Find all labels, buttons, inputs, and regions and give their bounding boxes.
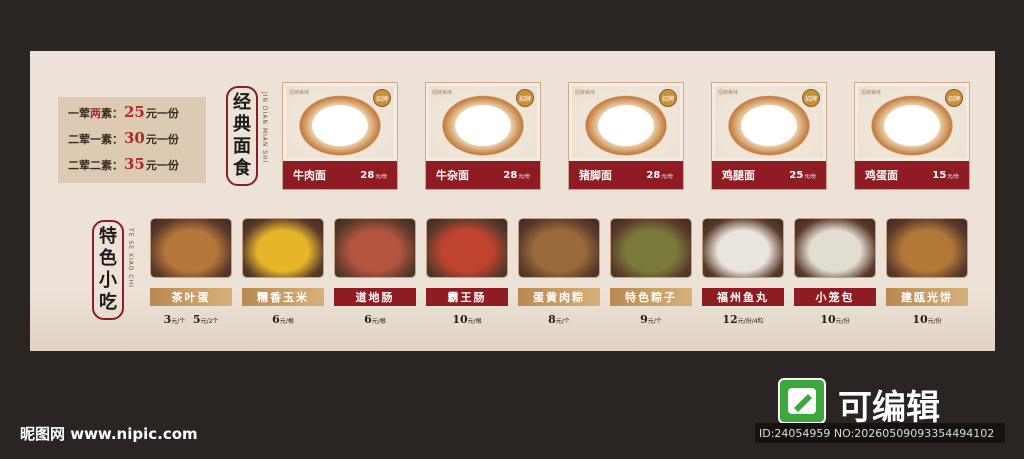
noodle-card[interactable]: 招牌美味 招牌 鸡腿面 25元/份 bbox=[711, 82, 827, 190]
snack-name: 特色粽子 bbox=[610, 288, 692, 306]
snack-section-pinyin: TE SE XIAO CHI bbox=[127, 228, 134, 288]
combo-price-row: 二荤二素：35元一份 bbox=[68, 155, 179, 173]
card-tag: 招牌美味 bbox=[718, 90, 739, 96]
snack-price: 10元/份 bbox=[912, 313, 942, 326]
card-tag: 招牌美味 bbox=[432, 90, 453, 96]
snack-name: 建瓯光饼 bbox=[886, 288, 968, 306]
noodle-price: 28元/份 bbox=[503, 169, 530, 181]
image-id-line: ID:24054959 NO:20260509093354494102 bbox=[755, 423, 1005, 443]
snack-image[interactable] bbox=[886, 218, 968, 278]
noodle-section-pinyin: JIN DIAN MIAN SHI bbox=[261, 92, 268, 164]
signature-seal-icon: 招牌 bbox=[659, 89, 677, 107]
snack-price: 10元/根 bbox=[452, 313, 482, 326]
watermark-site: 昵图网 www.nipic.com bbox=[20, 425, 198, 443]
noodle-price: 15元/份 bbox=[932, 169, 959, 181]
noodle-price: 25元/份 bbox=[789, 169, 816, 181]
snack-name: 道地肠 bbox=[334, 288, 416, 306]
snack-name: 小笼包 bbox=[794, 288, 876, 306]
snack-price: 10元/份 bbox=[820, 313, 850, 326]
snack-name: 糯香玉米 bbox=[242, 288, 324, 306]
snack-price: 12元/份/4粒 bbox=[722, 313, 764, 326]
snack-image[interactable] bbox=[702, 218, 784, 278]
noodle-card[interactable]: 招牌美味 招牌 牛杂面 28元/份 bbox=[425, 82, 541, 190]
snack-price: 6元/根 bbox=[272, 313, 294, 326]
snack-price: 9元/个 bbox=[640, 313, 662, 326]
snack-image[interactable] bbox=[610, 218, 692, 278]
snack-price: 6元/根 bbox=[364, 313, 386, 326]
noodle-label-bar: 猪脚面 28元/份 bbox=[569, 161, 683, 189]
card-tag: 招牌美味 bbox=[861, 90, 882, 96]
snack-section-title: 特色小吃 bbox=[92, 220, 124, 320]
noodle-price: 28元/份 bbox=[360, 169, 387, 181]
snack-image[interactable] bbox=[794, 218, 876, 278]
snack-image[interactable] bbox=[426, 218, 508, 278]
snack-name: 蛋黄肉粽 bbox=[518, 288, 600, 306]
noodle-card[interactable]: 招牌美味 招牌 牛肉面 28元/份 bbox=[282, 82, 398, 190]
snack-price: 8元/个 bbox=[548, 313, 570, 326]
snack-image[interactable] bbox=[150, 218, 232, 278]
combo-price-row: 二荤一素：30元一份 bbox=[68, 129, 179, 147]
snack-image[interactable] bbox=[334, 218, 416, 278]
editable-brand: 可编辑 bbox=[838, 388, 940, 428]
snack-name: 霸王肠 bbox=[426, 288, 508, 306]
combo-price-list: 一荤两素：25元一份 二荤一素：30元一份 二荤二素：35元一份 bbox=[58, 97, 206, 183]
snack-name: 茶叶蛋 bbox=[150, 288, 232, 306]
signature-seal-icon: 招牌 bbox=[802, 89, 820, 107]
noodle-card[interactable]: 招牌美味 招牌 鸡蛋面 15元/份 bbox=[854, 82, 970, 190]
noodle-label-bar: 牛杂面 28元/份 bbox=[426, 161, 540, 189]
card-tag: 招牌美味 bbox=[575, 90, 596, 96]
noodle-section-title: 经典面食 bbox=[226, 86, 258, 186]
signature-seal-icon: 招牌 bbox=[516, 89, 534, 107]
combo-price-row: 一荤两素：25元一份 bbox=[68, 103, 179, 121]
noodle-card[interactable]: 招牌美味 招牌 猪脚面 28元/份 bbox=[568, 82, 684, 190]
noodle-name: 鸡腿面 bbox=[722, 169, 755, 182]
noodle-name: 猪脚面 bbox=[579, 169, 612, 182]
snack-name: 福州鱼丸 bbox=[702, 288, 784, 306]
noodle-price: 28元/份 bbox=[646, 169, 673, 181]
snack-price: 3元/个 5元/2个 bbox=[163, 313, 219, 326]
signature-seal-icon: 招牌 bbox=[945, 89, 963, 107]
noodle-label-bar: 鸡腿面 25元/份 bbox=[712, 161, 826, 189]
noodle-name: 牛肉面 bbox=[293, 169, 326, 182]
noodle-name: 鸡蛋面 bbox=[865, 169, 898, 182]
edit-logo-icon bbox=[778, 378, 826, 424]
signature-seal-icon: 招牌 bbox=[373, 89, 391, 107]
card-tag: 招牌美味 bbox=[289, 90, 310, 96]
noodle-name: 牛杂面 bbox=[436, 169, 469, 182]
noodle-label-bar: 牛肉面 28元/份 bbox=[283, 161, 397, 189]
snack-image[interactable] bbox=[518, 218, 600, 278]
noodle-label-bar: 鸡蛋面 15元/份 bbox=[855, 161, 969, 189]
snack-image[interactable] bbox=[242, 218, 324, 278]
